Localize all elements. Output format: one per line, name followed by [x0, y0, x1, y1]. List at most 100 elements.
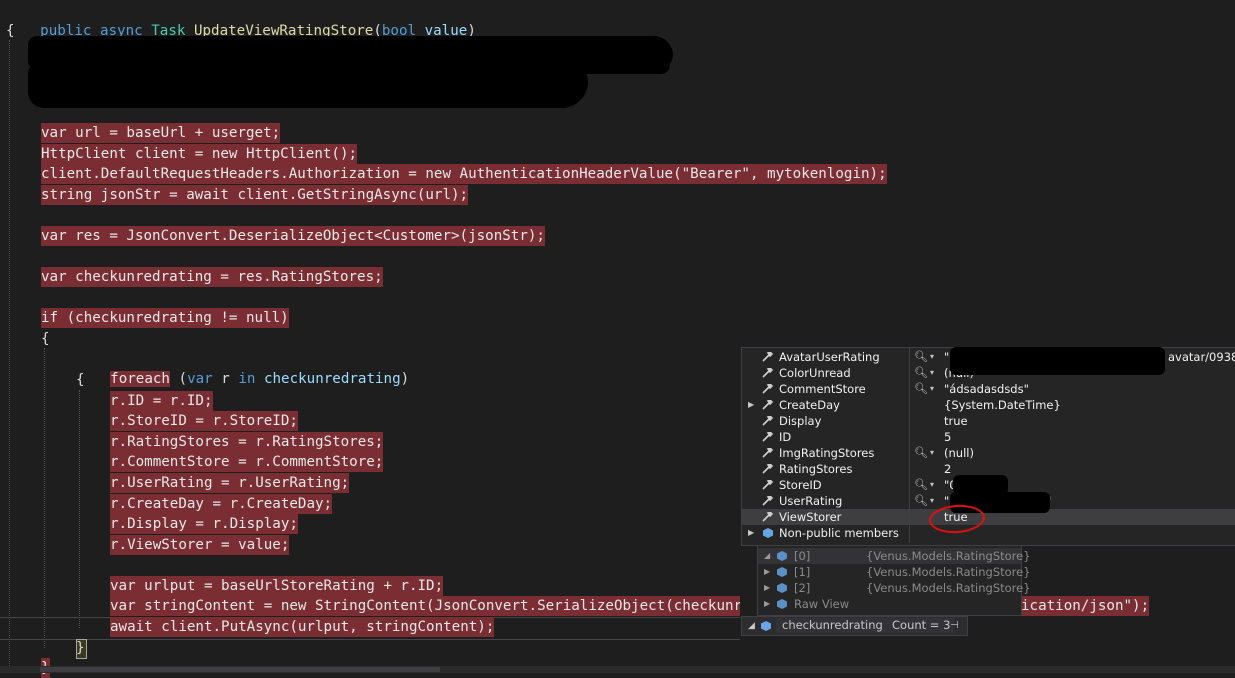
collection-row[interactable]: ▶ [1] {Venus.Models.RatingStore}	[758, 564, 1031, 580]
datatip-column-divider	[909, 348, 910, 543]
dropdown-icon[interactable]: ▾	[930, 493, 934, 509]
code-line: r.Display = r.Display;	[110, 514, 298, 534]
code-line: var urlput = baseUrlStoreRating + r.ID;	[110, 576, 444, 596]
code-line: var url = baseUrl + userget;	[41, 123, 281, 143]
datatip-row[interactable]: Display true	[742, 413, 1235, 429]
code-line: HttpClient client = new HttpClient();	[41, 144, 358, 164]
item-name: [2]	[794, 581, 811, 595]
property-name: Display	[779, 414, 822, 428]
expand-icon[interactable]: ▶	[748, 397, 754, 413]
collapse-icon[interactable]: ◢	[764, 548, 770, 564]
code-line: var stringContent = new StringContent(Js…	[110, 596, 740, 616]
datatip-row[interactable]: ▶ Non-public members	[742, 525, 1235, 541]
property-name: AvatarUserRating	[779, 350, 880, 364]
property-name: ViewStorer	[779, 510, 842, 524]
expand-icon[interactable]: ▶	[748, 525, 754, 541]
redaction	[950, 347, 1165, 375]
code-line: r.ID = r.ID;	[110, 391, 213, 411]
wrench-icon	[762, 448, 773, 458]
wrench-icon	[762, 464, 773, 474]
wrench-icon	[762, 400, 773, 410]
magnifier-icon[interactable]: 🔍︎	[914, 365, 928, 381]
redaction	[150, 56, 670, 74]
wrench-icon	[762, 384, 773, 394]
pin-icon[interactable]: ⊣	[950, 617, 959, 635]
code-line: string jsonStr = await client.GetStringA…	[41, 185, 469, 205]
property-value[interactable]: {System.DateTime}	[944, 397, 1061, 413]
indent-guide	[44, 348, 45, 648]
collection-row[interactable]: ◢ [0] {Venus.Models.RatingStore}	[758, 548, 1031, 564]
item-value: {Venus.Models.RatingStore}	[866, 549, 1031, 563]
dropdown-icon[interactable]: ▾	[930, 365, 934, 381]
datatip-panel[interactable]: AvatarUserRating🔍︎▾"httavatar/093853Colo…	[741, 347, 1235, 546]
dropdown-icon[interactable]: ▾	[930, 381, 934, 397]
magnifier-icon[interactable]: 🔍︎	[914, 477, 928, 493]
wrench-icon	[762, 432, 773, 442]
dropdown-icon[interactable]: ▾	[930, 445, 934, 461]
blue-cube-icon	[763, 528, 773, 538]
magnifier-icon[interactable]: 🔍︎	[914, 445, 928, 461]
collapse-icon[interactable]: ◢	[748, 617, 755, 635]
property-value[interactable]: "ádsadasdsds"	[944, 381, 1029, 397]
item-value: {Venus.Models.RatingStore}	[866, 581, 1031, 595]
datatip-row[interactable]: ImgRatingStores 🔍︎ ▾ (null)	[742, 445, 1235, 461]
keyword: foreach	[110, 371, 170, 387]
property-value[interactable]: (null)	[944, 445, 974, 461]
code-line-tail: ication/json");	[1021, 596, 1150, 616]
code-line: {	[41, 331, 50, 347]
property-name: UserRating	[779, 494, 843, 508]
expand-icon[interactable]: ▶	[764, 596, 770, 612]
wrench-icon	[762, 496, 773, 506]
property-value[interactable]: 2	[944, 461, 951, 477]
property-value-tail: avatar/093853	[1168, 350, 1235, 364]
dropdown-icon[interactable]: ▾	[930, 477, 934, 493]
variable: checkunredrating	[263, 371, 401, 387]
property-value[interactable]: true	[944, 413, 968, 429]
code-editor[interactable]: public async Task UpdateViewRatingStore(…	[0, 0, 1235, 678]
blue-cube-icon	[777, 551, 787, 561]
datatip-pinned-bar[interactable]: ◢ checkunredrating Count = 3 ⊣	[741, 616, 968, 636]
code-line: var checkunredrating = res.RatingStores;	[41, 267, 383, 287]
item-name: [0]	[794, 549, 811, 563]
wrench-icon	[762, 416, 773, 426]
collection-row[interactable]: ▶ Raw View	[758, 596, 1021, 612]
method-signature: public async Task UpdateViewRatingStore(…	[6, 1, 476, 39]
magnifier-icon[interactable]: 🔍︎	[914, 493, 928, 509]
expand-icon[interactable]: ▶	[764, 564, 770, 580]
property-value[interactable]: 5	[944, 429, 951, 445]
horizontal-scrollbar[interactable]	[0, 666, 1235, 673]
code-line: r.CreateDay = r.CreateDay;	[110, 494, 333, 514]
paren: )	[400, 371, 410, 387]
magnifier-icon[interactable]: 🔍︎	[914, 381, 928, 397]
code-line: r.RatingStores = r.RatingStores;	[110, 432, 384, 452]
dropdown-icon[interactable]: ▾	[930, 349, 934, 365]
code-line: r.StoreID = r.StoreID;	[110, 411, 298, 431]
property-name: ImgRatingStores	[779, 446, 875, 460]
collection-row[interactable]: ▶ [2] {Venus.Models.RatingStore}	[758, 580, 1031, 596]
open-brace: {	[6, 23, 15, 39]
datatip-row[interactable]: ID 5	[742, 429, 1235, 445]
property-name: ID	[779, 430, 792, 444]
expression-name: checkunredrating	[776, 618, 889, 633]
magnifier-icon[interactable]: 🔍︎	[914, 349, 928, 365]
wrench-icon	[762, 480, 773, 490]
datatip-row[interactable]: ▶ CreateDay {System.DateTime}	[742, 397, 1235, 413]
code-line: {	[76, 372, 85, 388]
paren: (	[178, 371, 188, 387]
blue-cube-icon	[777, 599, 787, 609]
item-name: Raw View	[794, 597, 850, 611]
scroll-thumb[interactable]	[40, 667, 440, 672]
datatip-row[interactable]: CommentStore 🔍︎ ▾ "ádsadasdsds"	[742, 381, 1235, 397]
expand-icon[interactable]: ▶	[764, 580, 770, 596]
code-line: r.UserRating = r.UserRating;	[110, 473, 350, 493]
item-value: {Venus.Models.RatingStore}	[866, 565, 1031, 579]
wrench-icon	[762, 352, 773, 362]
blue-cube-icon	[777, 583, 787, 593]
keyword: in	[238, 371, 256, 387]
expression-value: Count = 3	[888, 618, 955, 633]
wrench-icon	[762, 368, 773, 378]
code-line: r.ViewStorer = value;	[110, 535, 290, 555]
collection-tip-panel[interactable]: ◢ [0] {Venus.Models.RatingStore} ▶ [1] {Venus…	[757, 545, 1031, 616]
keyword: var	[187, 371, 213, 387]
code-line: var res = JsonConvert.DeserializeObject<…	[41, 226, 545, 246]
